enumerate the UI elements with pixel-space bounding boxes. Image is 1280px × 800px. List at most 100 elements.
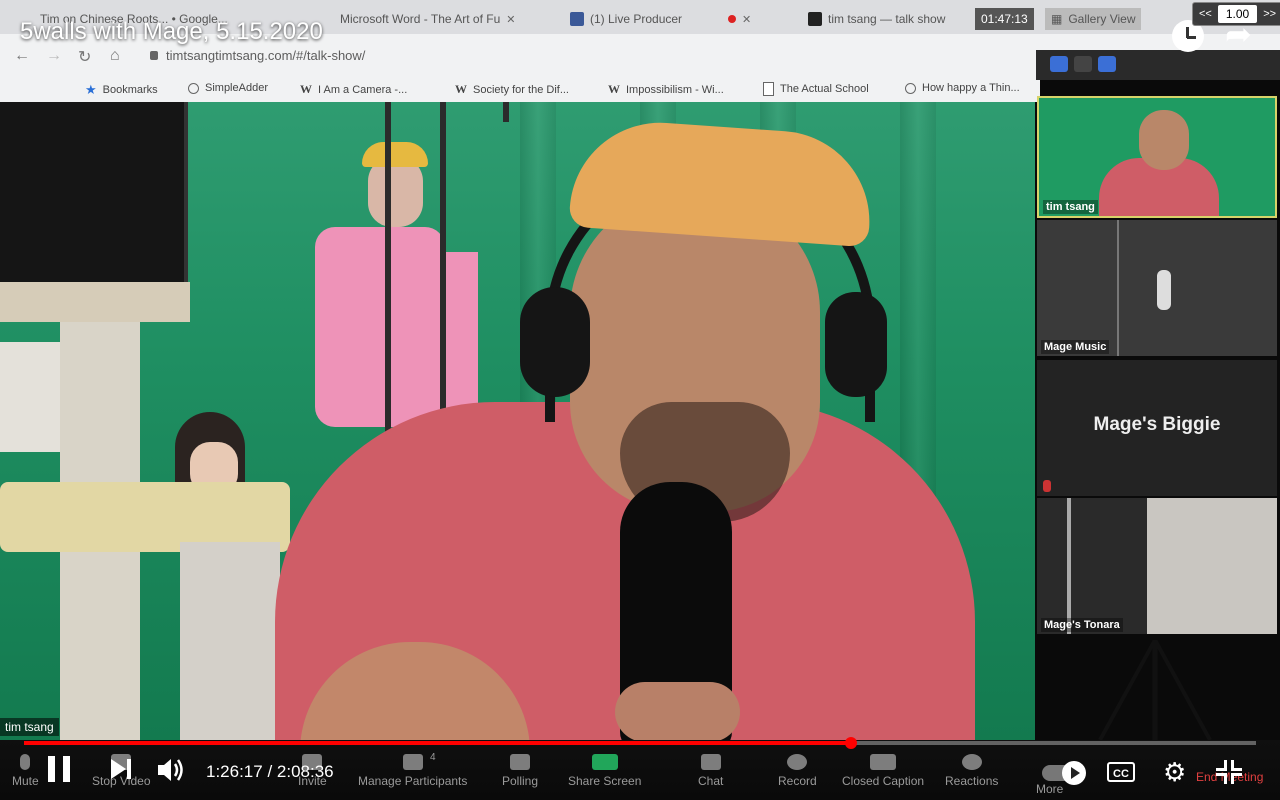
light-stand bbox=[440, 102, 446, 432]
tab-label: Microsoft Word - The Art of Fu bbox=[340, 12, 501, 26]
grid-icon: ▦ bbox=[1051, 12, 1063, 26]
participant-count: 4 bbox=[430, 752, 436, 763]
seek-bar-played bbox=[24, 741, 852, 745]
zoom-reactions-button: Reactions bbox=[945, 754, 998, 788]
browser-tab: tim tsang — talk show bbox=[808, 8, 945, 30]
bookmark-item: The Actual School bbox=[763, 82, 869, 96]
seek-bar[interactable] bbox=[24, 737, 1256, 749]
headphone-cup-left bbox=[520, 287, 590, 397]
speed-decrease-button[interactable]: << bbox=[1193, 8, 1218, 20]
participant-name: Mage's Tonara bbox=[1041, 618, 1123, 632]
settings-gear-icon[interactable]: ⚙ bbox=[1163, 759, 1186, 785]
volume-icon[interactable] bbox=[156, 756, 186, 784]
bookmarks-bar: ★ Bookmarks SimpleAdder W I Am a Camera -.… bbox=[0, 76, 1040, 102]
participant-tile: Mage's Tonara bbox=[1037, 498, 1277, 634]
speed-increase-button[interactable]: >> bbox=[1257, 8, 1280, 20]
zoom-chat-button: Chat bbox=[698, 754, 723, 788]
forward-icon: → bbox=[46, 47, 62, 64]
close-icon: ✕ bbox=[506, 13, 516, 26]
bookmark-label: The Actual School bbox=[780, 83, 869, 95]
desk bbox=[0, 282, 190, 322]
participant-tile: Mage Music bbox=[1037, 220, 1277, 356]
zoom-button-label: Closed Caption bbox=[842, 774, 925, 788]
next-video-button[interactable] bbox=[108, 756, 134, 782]
pause-button[interactable] bbox=[48, 756, 70, 782]
current-time: 1:26:17 bbox=[206, 762, 263, 781]
back-icon: ← bbox=[14, 47, 30, 64]
document-icon bbox=[763, 82, 774, 96]
bookmark-label: I Am a Camera -... bbox=[318, 83, 408, 96]
minimize-icon bbox=[1074, 56, 1092, 72]
wikipedia-icon: W bbox=[608, 82, 620, 96]
zoom-button-label: Manage Participants bbox=[358, 774, 468, 788]
studio-microphone bbox=[1157, 270, 1171, 310]
close-icon: ✕ bbox=[742, 13, 752, 26]
wikipedia-icon: W bbox=[455, 82, 467, 96]
speaker-view-icon bbox=[1050, 56, 1068, 72]
zoom-more-button: More bbox=[1036, 782, 1063, 796]
background-person bbox=[315, 227, 445, 427]
participant-name: Mage Music bbox=[1041, 340, 1110, 354]
tab-label: (1) Live Producer bbox=[590, 12, 683, 26]
zoom-polling-button: Polling bbox=[502, 754, 538, 788]
headphone-cup-right bbox=[825, 292, 887, 397]
participant-name: tim tsang bbox=[1043, 200, 1098, 214]
microphone-icon bbox=[20, 754, 31, 770]
reload-icon: ↻ bbox=[78, 49, 92, 66]
video-frame[interactable]: Tim on Chinese Roots... • Google... Micr… bbox=[0, 0, 1280, 800]
bookmark-item: W I Am a Camera -... bbox=[300, 82, 407, 97]
zoom-button-label: Polling bbox=[502, 774, 539, 788]
cc-icon bbox=[870, 754, 897, 770]
seek-handle[interactable] bbox=[845, 737, 858, 749]
main-video-feed: tim tsang bbox=[0, 102, 1035, 740]
participants-icon bbox=[402, 754, 423, 770]
participant-face bbox=[1139, 110, 1189, 170]
bookmark-label: Bookmarks bbox=[102, 84, 158, 96]
tab-label: tim tsang — talk show bbox=[828, 12, 946, 26]
gallery-view-button: ▦ Gallery View bbox=[1045, 8, 1142, 30]
wikipedia-icon: W bbox=[300, 82, 312, 96]
bookmark-item: W Impossibilism - Wi... bbox=[608, 82, 724, 97]
globe-icon bbox=[905, 82, 916, 94]
light-stand bbox=[385, 102, 391, 482]
timer-text: 01:47:13 bbox=[981, 12, 1028, 26]
participant-display-name: Mage's Biggie bbox=[1093, 414, 1221, 435]
zoom-mute-button: Mute bbox=[12, 754, 39, 788]
star-icon: ★ bbox=[85, 82, 97, 97]
bookmark-label: SimpleAdder bbox=[205, 82, 268, 94]
time-separator: / bbox=[262, 762, 277, 781]
bookmark-label: Society for the Dif... bbox=[473, 83, 569, 96]
record-icon bbox=[787, 754, 808, 770]
camera-tripod bbox=[1098, 640, 1212, 740]
browser-tab: Microsoft Word - The Art of Fu ✕ bbox=[340, 8, 516, 30]
meeting-timer: 01:47:13 bbox=[975, 8, 1034, 30]
stand-pole bbox=[1067, 498, 1071, 634]
zoom-button-label: Record bbox=[778, 774, 817, 788]
storage-bin bbox=[180, 542, 280, 740]
room-wall bbox=[1147, 498, 1277, 634]
background-person-cap bbox=[362, 142, 428, 167]
video-icon bbox=[808, 12, 822, 26]
reactions-icon bbox=[961, 754, 982, 770]
bookmark-item: How happy a Thin... bbox=[905, 82, 1020, 94]
exit-fullscreen-icon[interactable] bbox=[1216, 760, 1242, 784]
globe-icon bbox=[188, 82, 199, 94]
address-bar: timtsangtimtsang.com/#/talk-show/ bbox=[150, 48, 365, 63]
recording-dot-icon bbox=[728, 15, 737, 23]
zoom-participants-button: Manage Participants 4 bbox=[358, 752, 468, 788]
zoom-button-label: More bbox=[1036, 782, 1064, 796]
stand-pole bbox=[1117, 220, 1119, 356]
share-screen-icon bbox=[591, 754, 618, 770]
gallery-strip-header bbox=[1036, 50, 1280, 80]
time-display: 1:26:17 / 2:08:36 bbox=[206, 762, 334, 782]
video-title: 5walls with Mage, 5.15.2020 bbox=[20, 18, 323, 45]
host-hand bbox=[615, 682, 740, 740]
browser-tab: (1) Live Producer ✕ bbox=[570, 8, 751, 30]
subtitles-button[interactable]: CC bbox=[1107, 762, 1135, 782]
host-cap bbox=[568, 116, 876, 248]
duration: 2:08:36 bbox=[276, 762, 334, 781]
background-person-head bbox=[368, 157, 423, 227]
bookmark-item: SimpleAdder bbox=[188, 82, 268, 94]
autoplay-toggle[interactable] bbox=[1042, 761, 1086, 785]
speaker-name-tag: tim tsang bbox=[0, 718, 59, 736]
